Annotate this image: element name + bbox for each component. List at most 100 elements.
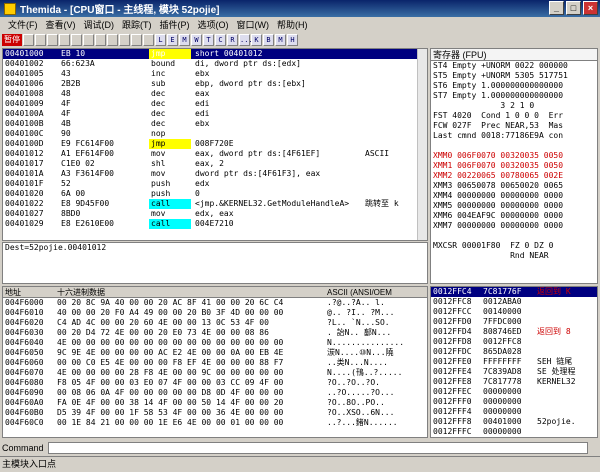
dump-row[interactable]: 004F6080 F8 05 4F 00 00 03 E0 07 4F 00 00… xyxy=(3,378,427,388)
window-button[interactable]: K xyxy=(251,34,262,46)
stack-row[interactable]: 0012FFCC 00140000 xyxy=(431,307,597,317)
dump-header-ascii[interactable]: ASCII (ANSI/OEM xyxy=(325,287,392,297)
window-button[interactable]: R xyxy=(227,34,238,46)
stack-row[interactable]: 0012FFE8 7C817778 KERNEL32 xyxy=(431,377,597,387)
disasm-row[interactable]: 00401008 48 dec eax xyxy=(3,89,427,99)
dump-row[interactable]: 004F6010 40 00 00 20 F0 A4 49 00 00 20 B0… xyxy=(3,308,427,318)
hex-dump-pane[interactable]: 地址 十六进制数据 ASCII (ANSI/OEM 004F6000 00 20 … xyxy=(2,286,428,438)
menu-item[interactable]: 跟踪(T) xyxy=(118,18,156,31)
disasm-row[interactable]: 00401012 A1 EF614F00 mov eax, dword ptr ds:… xyxy=(3,149,427,159)
close-icon[interactable]: × xyxy=(583,1,598,15)
register-line[interactable]: FST 4020 Cond 1 0 0 0 Err xyxy=(431,111,597,121)
register-line[interactable]: XMM7 00000000 00000000 0000 xyxy=(431,221,597,231)
disasm-row[interactable]: 0040100A 4F dec edi xyxy=(3,109,427,119)
stack-row[interactable]: 0012FFC4 7C81776F 返回到 K xyxy=(431,287,597,297)
dump-header-address[interactable]: 地址 xyxy=(3,287,55,297)
trace-into-icon[interactable] xyxy=(107,34,118,46)
register-line[interactable]: XMM0 006F0070 00320035 0050 xyxy=(431,151,597,161)
menu-item[interactable]: 文件(F) xyxy=(4,18,42,31)
disasm-row[interactable]: 0040100C 90 nop xyxy=(3,129,427,139)
dump-row[interactable]: 004F6030 00 20 D4 72 4E 00 00 20 E0 73 4E… xyxy=(3,328,427,338)
stack-row[interactable]: 0012FFF8 00401000 52pojie. xyxy=(431,417,597,427)
window-button[interactable]: M xyxy=(275,34,286,46)
disasm-row[interactable]: 00401009 4F dec edi xyxy=(3,99,427,109)
window-button[interactable]: L xyxy=(155,34,166,46)
disasm-row[interactable]: 00401027 8BD0 mov edx, eax xyxy=(3,209,427,219)
scrollbar[interactable] xyxy=(417,49,427,240)
step-over-icon[interactable] xyxy=(95,34,106,46)
window-button[interactable]: C xyxy=(215,34,226,46)
stack-pane[interactable]: 0012FFC4 7C81776F 返回到 K 0012FFC8 0012ABA0 001… xyxy=(430,286,598,438)
disasm-row[interactable]: 00401020 6A 00 push 0 xyxy=(3,189,427,199)
stack-row[interactable]: 0012FFF0 00000000 xyxy=(431,397,597,407)
stack-row[interactable]: 0012FFDC 865DA028 xyxy=(431,347,597,357)
register-line[interactable]: XMM6 004EAF9C 00000000 0000 xyxy=(431,211,597,221)
disasm-row[interactable]: 00401006 2B2B sub ebp, dword ptr ds:[ebx] xyxy=(3,79,427,89)
register-line[interactable] xyxy=(431,141,597,151)
goto-icon[interactable] xyxy=(143,34,154,46)
disasm-row[interactable]: 0040101F 52 push edx xyxy=(3,179,427,189)
window-button[interactable]: W xyxy=(191,34,202,46)
window-button[interactable]: M xyxy=(179,34,190,46)
stack-row[interactable]: 0012FFD8 0012FFC8 xyxy=(431,337,597,347)
step-into-icon[interactable] xyxy=(83,34,94,46)
register-line[interactable]: ST6 Empty 1.000000000000000 xyxy=(431,81,597,91)
menu-item[interactable]: 插件(P) xyxy=(156,18,194,31)
disasm-row[interactable]: 00401017 C1E0 02 shl eax, 2 xyxy=(3,159,427,169)
register-line[interactable]: XMM1 006F0070 00320035 0050 xyxy=(431,161,597,171)
stack-row[interactable]: 0012FFE0 FFFFFFFF SEH 链尾 xyxy=(431,357,597,367)
disassembly-pane[interactable]: 00401000 EB 10 jmp short 00401012 00401002 66… xyxy=(2,48,428,241)
dump-row[interactable]: 004F6060 00 00 C0 E5 4E 00 00 00 F8 EF 4E… xyxy=(3,358,427,368)
dump-row[interactable]: 004F60A0 FA 0E 4F 00 00 38 14 4F 00 00 50… xyxy=(3,398,427,408)
dump-row[interactable]: 004F60B0 D5 39 4F 00 00 1F 58 53 4F 00 00… xyxy=(3,408,427,418)
register-line[interactable]: XMM3 00650078 00650020 0065 xyxy=(431,181,597,191)
dump-row[interactable]: 004F60C0 00 1E 84 21 00 00 00 1E E6 4E 00… xyxy=(3,418,427,428)
window-button[interactable]: ... xyxy=(239,34,253,46)
disasm-row[interactable]: 00401002 66:623A bound di, dword ptr ds:[ed… xyxy=(3,59,427,69)
menu-item[interactable]: 帮助(H) xyxy=(273,18,312,31)
stack-row[interactable]: 0012FFC8 0012ABA0 xyxy=(431,297,597,307)
run-icon[interactable] xyxy=(59,34,70,46)
register-line[interactable]: XMM5 00000000 00000000 0000 xyxy=(431,201,597,211)
dump-row[interactable]: 004F6020 C4 AD 4C 00 00 20 60 4E 00 00 13… xyxy=(3,318,427,328)
dump-row[interactable]: 004F6000 00 20 8C 9A 40 00 00 20 AC 8F 41… xyxy=(3,298,427,308)
open-icon[interactable] xyxy=(23,34,34,46)
dump-row[interactable]: 004F6040 4E 00 00 00 00 00 00 00 00 00 00… xyxy=(3,338,427,348)
maximize-icon[interactable]: □ xyxy=(566,1,581,15)
register-line[interactable]: 3 2 1 0 xyxy=(431,101,597,111)
window-button[interactable]: B xyxy=(263,34,274,46)
menu-item[interactable]: 调试(D) xyxy=(80,18,119,31)
window-button[interactable]: E xyxy=(167,34,178,46)
register-line[interactable]: ST5 Empty +UNORM 5305 517751 xyxy=(431,71,597,81)
dump-row[interactable]: 004F6050 9C 9E 4E 00 00 00 00 AC E2 4E 00… xyxy=(3,348,427,358)
stack-row[interactable]: 0012FFD0 7FFDC000 xyxy=(431,317,597,327)
close-icon[interactable] xyxy=(47,34,58,46)
stack-row[interactable]: 0012FFF4 00000000 xyxy=(431,407,597,417)
register-line[interactable]: ST7 Empty 1.000000000000000 xyxy=(431,91,597,101)
disasm-row[interactable]: 00401005 43 inc ebx xyxy=(3,69,427,79)
disasm-row[interactable]: 00401022 E8 9D45F00 call <jmp.&KERNEL32.Get… xyxy=(3,199,427,209)
minimize-icon[interactable]: _ xyxy=(549,1,564,15)
dump-header-hex[interactable]: 十六进制数据 xyxy=(55,287,325,297)
disasm-row[interactable]: 0040101A A3 F3614F00 mov dword ptr ds:[4F61… xyxy=(3,169,427,179)
disasm-row[interactable]: 0040100D E9 FC614F00 jmp 008F720E xyxy=(3,139,427,149)
stack-row[interactable]: 0012FFE4 7C839AD8 SE 处理程 xyxy=(431,367,597,377)
dump-row[interactable]: 004F6070 4E 00 00 00 00 28 F8 4E 00 00 9C… xyxy=(3,368,427,378)
menu-item[interactable]: 选项(O) xyxy=(194,18,233,31)
disasm-row[interactable]: 00401000 EB 10 jmp short 00401012 xyxy=(3,49,427,59)
menu-item[interactable]: 窗口(W) xyxy=(233,18,274,31)
window-button[interactable]: T xyxy=(203,34,214,46)
register-line[interactable]: XMM2 00220065 00780065 002E xyxy=(431,171,597,181)
window-button[interactable]: H xyxy=(287,34,298,46)
register-line[interactable]: Last cmnd 0018:77186E9A con xyxy=(431,131,597,141)
dump-row[interactable]: 004F6090 00 08 06 0A 4F 00 00 00 00 00 D8… xyxy=(3,388,427,398)
stack-row[interactable]: 0012FFD4 808746ED 返回到 8 xyxy=(431,327,597,337)
register-line[interactable]: XMM4 00000000 00000000 0000 xyxy=(431,191,597,201)
stack-row[interactable]: 0012FFFC 00000000 xyxy=(431,427,597,437)
trace-over-icon[interactable] xyxy=(119,34,130,46)
register-line[interactable]: Rnd NEAR xyxy=(431,251,597,261)
register-line[interactable] xyxy=(431,231,597,241)
restart-icon[interactable] xyxy=(35,34,46,46)
pause-icon[interactable] xyxy=(71,34,82,46)
disasm-row[interactable]: 00401029 E8 E2610E00 call 004E7210 xyxy=(3,219,427,229)
